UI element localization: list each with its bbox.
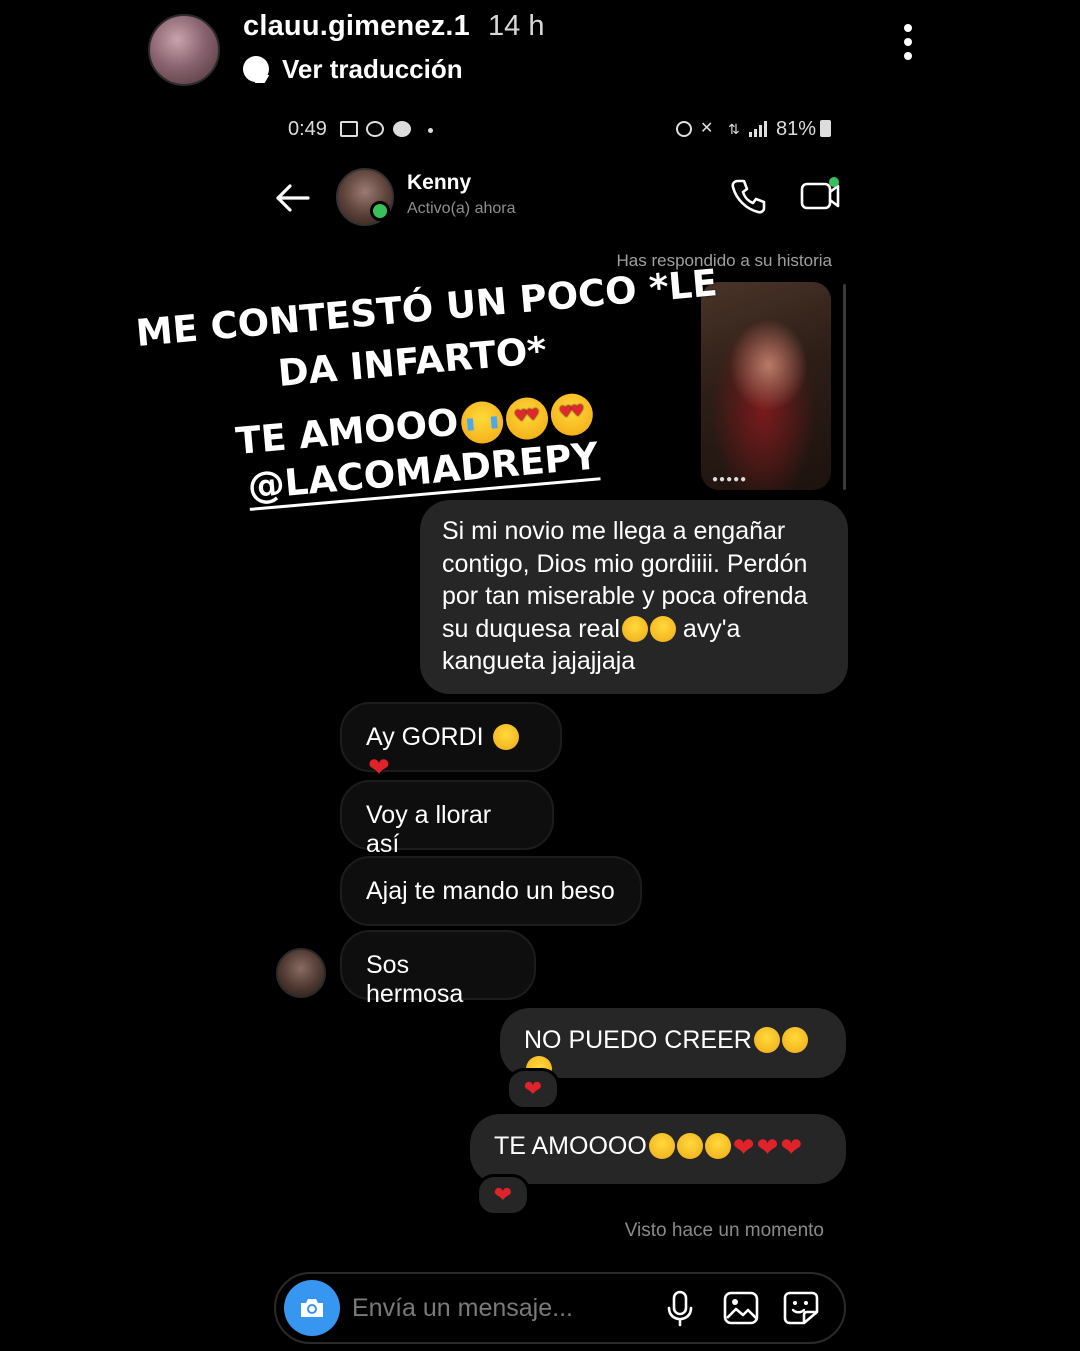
message-text: NO PUEDO CREER: [524, 1026, 752, 1054]
battery-percent: 81%: [776, 118, 817, 140]
gallery-icon[interactable]: [722, 1290, 760, 1326]
message-reaction[interactable]: ❤: [476, 1174, 530, 1216]
signal-icon: [749, 121, 769, 137]
story-thumbnail[interactable]: [701, 282, 831, 490]
crying-emoji-icon: [459, 399, 506, 445]
story-thumbnail-dots: ●●●●●: [712, 474, 748, 485]
message-bubble-incoming[interactable]: Voy a llorar así: [340, 780, 554, 858]
message-bubble-outgoing[interactable]: TE AMOOOO ❤❤❤: [470, 1114, 846, 1184]
message-input[interactable]: [352, 1290, 642, 1326]
sticker-icon[interactable]: [782, 1290, 820, 1326]
mute-icon: ✕: [700, 120, 714, 137]
more-notifications-dot: [428, 128, 433, 133]
red-heart-emoji-icon: ❤: [756, 1132, 779, 1162]
message-reaction[interactable]: ❤: [506, 1068, 560, 1110]
crying-emoji-icon: [704, 1133, 731, 1159]
crying-emoji-icon: [781, 1027, 808, 1053]
message-text: Voy a llorar así: [366, 801, 492, 858]
heart-eyes-emoji-icon: [753, 1027, 780, 1053]
message-text-last-line: kangueta jajajjaja: [442, 647, 636, 675]
contact-status: Activo(a) ahora: [407, 200, 516, 217]
contact-name[interactable]: Kenny: [407, 171, 471, 195]
sender-avatar[interactable]: [276, 948, 326, 998]
message-text-tail: avy'a: [675, 614, 741, 643]
seen-status: Visto hace un momento: [624, 1220, 824, 1241]
camera-icon[interactable]: [284, 1280, 340, 1336]
back-arrow-icon[interactable]: [272, 178, 312, 218]
translate-link[interactable]: Ver traducción: [282, 54, 463, 85]
red-heart-emoji-icon: ❤: [732, 1132, 755, 1162]
heart-eyes-emoji-icon: [504, 395, 550, 441]
message-text: Ay GORDI: [366, 723, 491, 751]
whatsapp-notification-icon: [366, 121, 384, 137]
story-time: 14 h: [488, 10, 545, 42]
crying-emoji-icon: [648, 1133, 675, 1159]
heart-eyes-emoji-icon: [549, 391, 595, 437]
message-text: Sos hermosa: [366, 951, 464, 1008]
message-bubble-outgoing[interactable]: NO PUEDO CREER: [500, 1008, 846, 1082]
phone-icon[interactable]: [728, 176, 768, 216]
message-bubble-incoming[interactable]: Ajaj te mando un beso: [340, 856, 642, 926]
crying-emoji-icon: [492, 724, 519, 750]
mic-icon[interactable]: [664, 1288, 696, 1328]
story-avatar[interactable]: [148, 14, 220, 86]
battery-icon: [820, 120, 831, 137]
alarm-icon: [676, 121, 692, 137]
red-heart-emoji-icon: ❤: [780, 1132, 803, 1162]
wifi-icon: ⇅: [728, 121, 740, 137]
message-bubble-incoming[interactable]: Ay GORDI ❤: [340, 702, 562, 782]
story-reply-bar: [843, 284, 846, 490]
translate-icon[interactable]: [243, 56, 269, 82]
messenger-notification-icon: [393, 121, 411, 137]
online-status-dot: [370, 201, 390, 221]
heart-eyes-emoji-icon: [621, 615, 648, 642]
status-time: 0:49: [288, 118, 327, 140]
message-text: Ajaj te mando un beso: [366, 877, 615, 905]
sad-emoji-icon: [649, 615, 676, 642]
video-icon[interactable]: [798, 174, 842, 214]
message-bubble-incoming[interactable]: Sos hermosa: [340, 930, 536, 1008]
message-bubble-outgoing[interactable]: Si mi novio me llega a engañar contigo, …: [420, 500, 848, 694]
crying-emoji-icon: [676, 1133, 703, 1159]
more-icon[interactable]: [896, 24, 920, 70]
red-heart-emoji-icon: ❤: [368, 752, 390, 782]
story-username[interactable]: clauu.gimenez.1: [243, 10, 470, 43]
message-text: TE AMOOOO: [494, 1132, 647, 1160]
gallery-notification-icon: [340, 121, 358, 137]
